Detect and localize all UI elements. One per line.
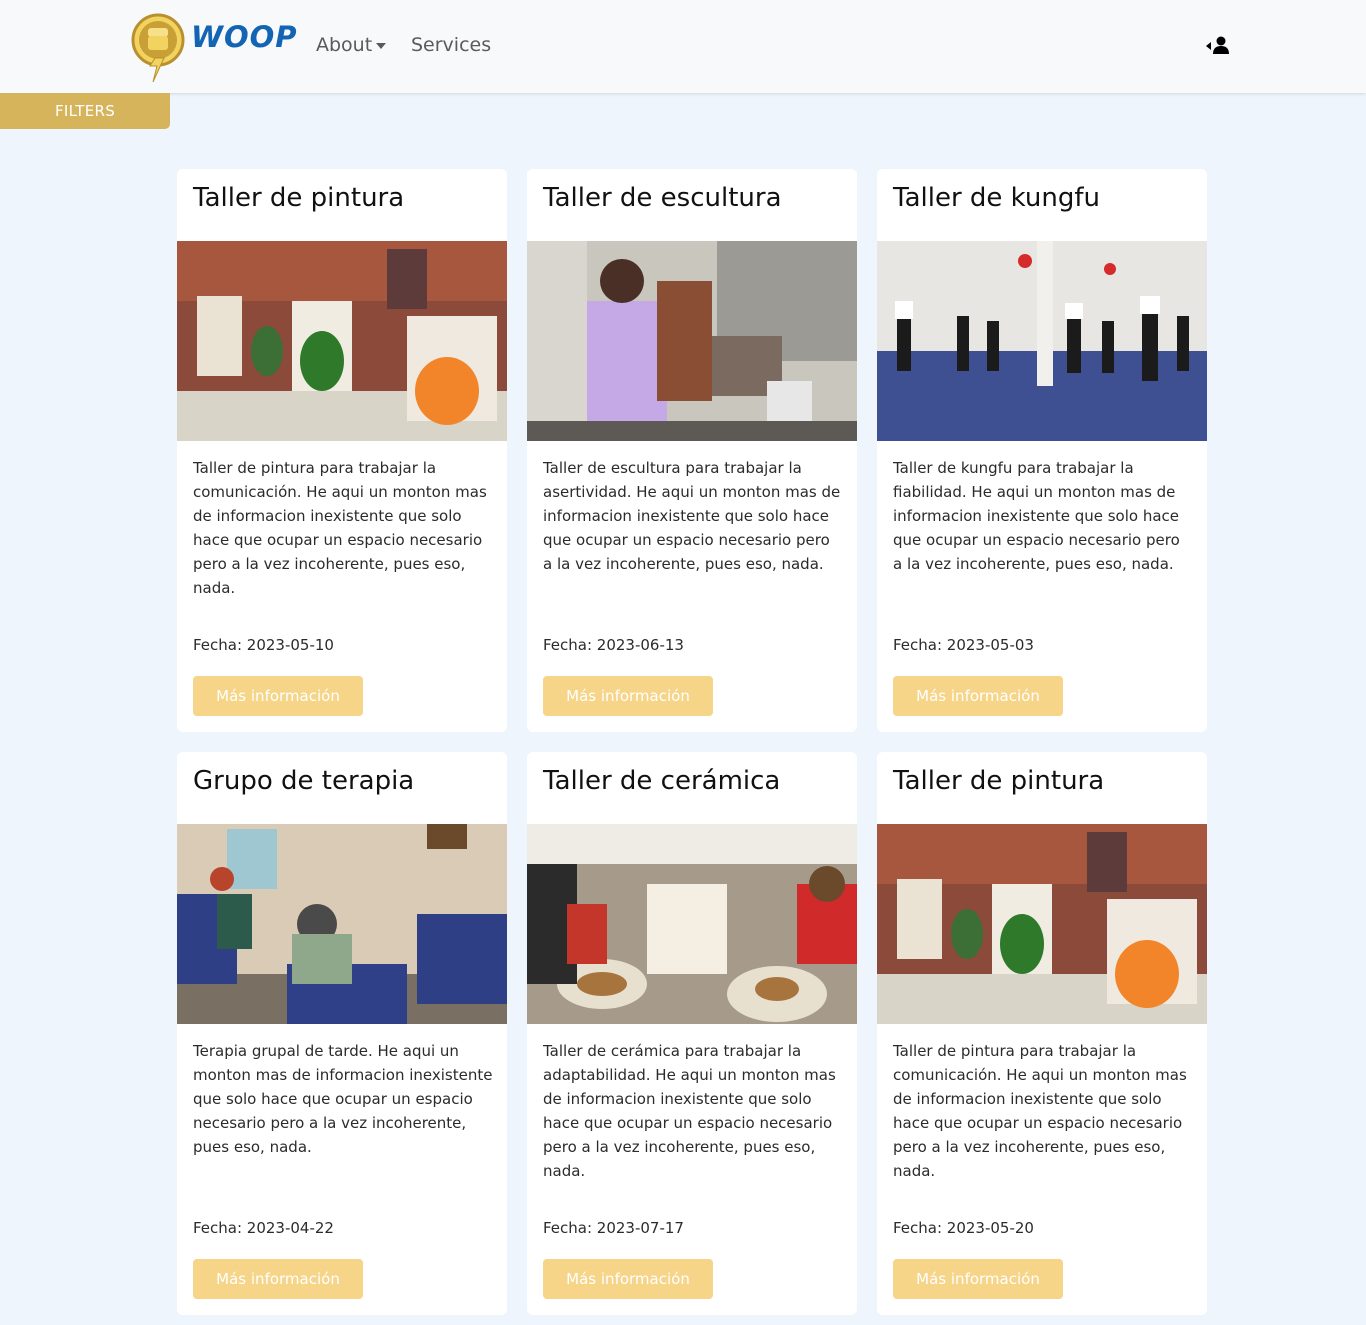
activity-card: Taller de cerámica Taller de cerámica pa… [527, 752, 857, 1315]
painting-workshop-photo [877, 824, 1207, 1024]
card-image [177, 824, 507, 1024]
fist-lightning-icon [131, 13, 185, 83]
card-image [177, 241, 507, 441]
more-info-button[interactable]: Más información [543, 676, 713, 716]
card-date: Fecha: 2023-06-13 [543, 636, 684, 654]
nav-about-label: About [316, 34, 373, 56]
card-title: Taller de escultura [543, 183, 782, 213]
ceramics-workshop-photo [527, 824, 857, 1024]
card-title: Taller de pintura [893, 766, 1105, 796]
kungfu-class-photo [877, 241, 1207, 441]
filters-button[interactable]: FILTERS [0, 93, 170, 129]
painting-workshop-photo [177, 241, 507, 441]
caret-down-icon [376, 43, 387, 49]
more-info-button[interactable]: Más información [193, 1259, 363, 1299]
sculpture-workshop-photo [527, 241, 857, 441]
card-description: Terapia grupal de tarde. He aqui un mont… [193, 1042, 493, 1156]
card-image [877, 824, 1207, 1024]
card-description: Taller de escultura para trabajar la ase… [543, 459, 841, 573]
more-info-button[interactable]: Más información [543, 1259, 713, 1299]
card-date: Fecha: 2023-04-22 [193, 1219, 334, 1237]
card-description: Taller de pintura para trabajar la comun… [193, 459, 487, 597]
user-menu-toggle[interactable] [1206, 36, 1232, 56]
card-image [877, 241, 1207, 441]
card-title: Taller de cerámica [543, 766, 781, 796]
more-info-button[interactable]: Más información [893, 1259, 1063, 1299]
card-date: Fecha: 2023-05-20 [893, 1219, 1034, 1237]
card-image [527, 241, 857, 441]
user-icon [1206, 36, 1229, 54]
activity-card: Taller de pintura Taller de pintura para… [177, 169, 507, 732]
card-date: Fecha: 2023-07-17 [543, 1219, 684, 1237]
activity-card: Taller de kungfu Taller de kungfu para t… [877, 169, 1207, 732]
card-date: Fecha: 2023-05-10 [193, 636, 334, 654]
card-title: Grupo de terapia [193, 766, 415, 796]
card-date: Fecha: 2023-05-03 [893, 636, 1034, 654]
activity-card: Taller de pintura Taller de pintura para… [877, 752, 1207, 1315]
nav-about-dropdown[interactable]: About [316, 34, 387, 56]
card-title: Taller de kungfu [893, 183, 1101, 213]
more-info-button[interactable]: Más información [193, 676, 363, 716]
therapy-group-photo [177, 824, 507, 1024]
brand-name: WOOP [191, 20, 298, 54]
nav-services-link[interactable]: Services [411, 34, 491, 56]
card-description: Taller de kungfu para trabajar la fiabil… [893, 459, 1180, 573]
card-description: Taller de pintura para trabajar la comun… [893, 1042, 1187, 1180]
card-image [527, 824, 857, 1024]
card-description: Taller de cerámica para trabajar la adap… [543, 1042, 836, 1180]
brand-logo[interactable]: WOOP [131, 10, 297, 85]
navbar: WOOP About Services [0, 0, 1366, 93]
activity-card: Taller de escultura Taller de escultura … [527, 169, 857, 732]
card-title: Taller de pintura [193, 183, 405, 213]
more-info-button[interactable]: Más información [893, 676, 1063, 716]
activity-card: Grupo de terapia Terapia grupal de tarde… [177, 752, 507, 1315]
